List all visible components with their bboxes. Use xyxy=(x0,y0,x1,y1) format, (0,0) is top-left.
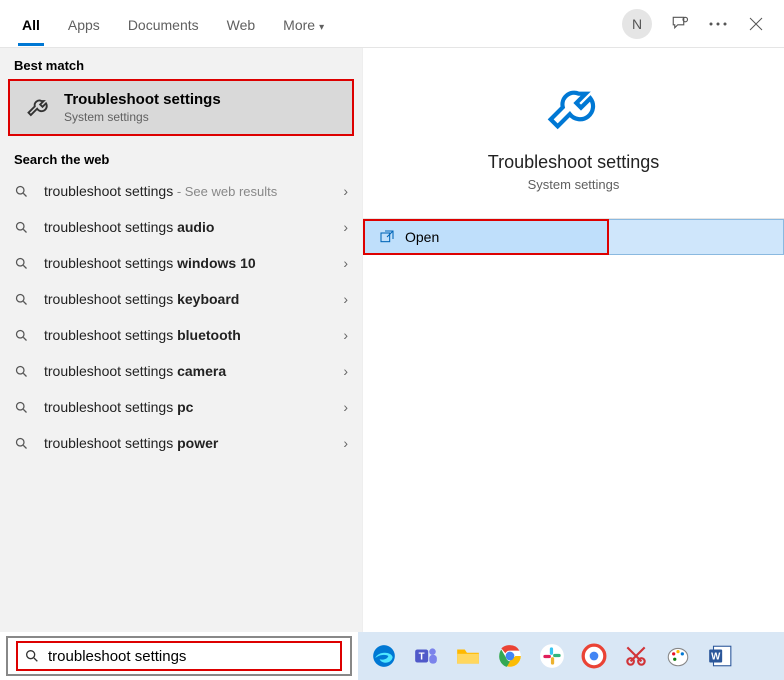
web-result-text: troubleshoot settings audio xyxy=(44,219,343,235)
chevron-right-icon: › xyxy=(343,399,348,415)
search-icon xyxy=(14,364,32,379)
chevron-right-icon: › xyxy=(343,435,348,451)
filter-tabs: All Apps Documents Web More▾ xyxy=(8,3,338,45)
web-result-item[interactable]: troubleshoot settings power› xyxy=(0,425,362,461)
wrench-icon xyxy=(24,93,54,123)
snip-icon[interactable] xyxy=(620,640,652,672)
web-result-text: troubleshoot settings pc xyxy=(44,399,343,415)
web-result-text: troubleshoot settings camera xyxy=(44,363,343,379)
word-icon[interactable]: W xyxy=(704,640,736,672)
web-result-item[interactable]: troubleshoot settings - See web results› xyxy=(0,173,362,209)
feedback-icon[interactable] xyxy=(670,14,690,34)
tab-documents[interactable]: Documents xyxy=(114,3,213,45)
web-result-item[interactable]: troubleshoot settings pc› xyxy=(0,389,362,425)
chrome-alt-icon[interactable] xyxy=(578,640,610,672)
chevron-right-icon: › xyxy=(343,291,348,307)
chevron-right-icon: › xyxy=(343,183,348,199)
web-result-text: troubleshoot settings keyboard xyxy=(44,291,343,307)
task-bar: T W xyxy=(0,632,784,680)
close-icon[interactable] xyxy=(746,14,766,34)
open-icon xyxy=(379,229,395,245)
open-button[interactable]: Open xyxy=(363,219,609,255)
action-row-background xyxy=(609,219,784,255)
slack-icon[interactable] xyxy=(536,640,568,672)
user-avatar[interactable]: N xyxy=(622,9,652,39)
search-icon xyxy=(24,648,40,664)
search-web-header: Search the web xyxy=(0,142,362,173)
detail-title: Troubleshoot settings xyxy=(488,152,659,173)
more-options-icon[interactable] xyxy=(708,14,728,34)
chrome-icon[interactable] xyxy=(494,640,526,672)
tab-apps[interactable]: Apps xyxy=(54,3,114,45)
search-box[interactable] xyxy=(6,636,352,676)
wrench-icon xyxy=(546,82,602,138)
top-right-controls: N xyxy=(622,9,776,39)
chevron-right-icon: › xyxy=(343,219,348,235)
file-explorer-icon[interactable] xyxy=(452,640,484,672)
web-result-item[interactable]: troubleshoot settings bluetooth› xyxy=(0,317,362,353)
search-icon xyxy=(14,400,32,415)
best-match-header: Best match xyxy=(0,48,362,79)
tab-more[interactable]: More▾ xyxy=(269,3,338,45)
web-result-text: troubleshoot settings power xyxy=(44,435,343,451)
best-match-item[interactable]: Troubleshoot settings System settings xyxy=(8,79,354,136)
chevron-right-icon: › xyxy=(343,255,348,271)
web-result-item[interactable]: troubleshoot settings camera› xyxy=(0,353,362,389)
search-icon xyxy=(14,220,32,235)
search-icon xyxy=(14,256,32,271)
search-icon xyxy=(14,292,32,307)
web-result-text: troubleshoot settings bluetooth xyxy=(44,327,343,343)
chevron-right-icon: › xyxy=(343,327,348,343)
open-label: Open xyxy=(405,229,439,245)
main-panel: Best match Troubleshoot settings System … xyxy=(0,48,784,632)
search-icon xyxy=(14,328,32,343)
detail-subtitle: System settings xyxy=(528,177,620,192)
web-result-item[interactable]: troubleshoot settings windows 10› xyxy=(0,245,362,281)
action-row: Open xyxy=(363,219,784,255)
search-icon xyxy=(14,184,32,199)
results-pane: Best match Troubleshoot settings System … xyxy=(0,48,362,632)
paint-icon[interactable] xyxy=(662,640,694,672)
edge-icon[interactable] xyxy=(368,640,400,672)
web-result-item[interactable]: troubleshoot settings keyboard› xyxy=(0,281,362,317)
taskbar-tray: T W xyxy=(358,632,784,680)
teams-icon[interactable]: T xyxy=(410,640,442,672)
tab-web[interactable]: Web xyxy=(213,3,270,45)
search-icon xyxy=(14,436,32,451)
best-match-title: Troubleshoot settings xyxy=(64,91,221,108)
chevron-right-icon: › xyxy=(343,363,348,379)
svg-text:T: T xyxy=(419,651,425,662)
web-result-text: troubleshoot settings windows 10 xyxy=(44,255,343,271)
tab-all[interactable]: All xyxy=(8,3,54,45)
search-input[interactable] xyxy=(48,648,334,665)
svg-text:W: W xyxy=(711,651,721,662)
chevron-down-icon: ▾ xyxy=(319,22,324,33)
web-result-item[interactable]: troubleshoot settings audio› xyxy=(0,209,362,245)
detail-pane: Troubleshoot settings System settings Op… xyxy=(362,48,784,632)
top-bar: All Apps Documents Web More▾ N xyxy=(0,0,784,48)
web-result-text: troubleshoot settings - See web results xyxy=(44,183,343,199)
best-match-subtitle: System settings xyxy=(64,110,221,124)
